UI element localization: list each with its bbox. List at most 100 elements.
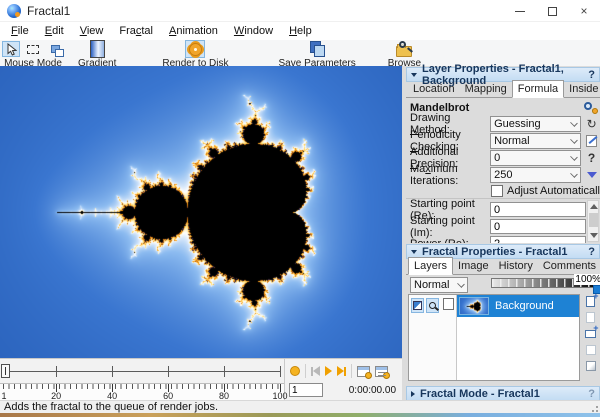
select-mode-button[interactable] bbox=[24, 41, 42, 57]
flatten-button[interactable] bbox=[585, 359, 598, 372]
layer-checkbox[interactable] bbox=[443, 298, 454, 310]
mouse-mode-group: Mouse Mode bbox=[2, 41, 64, 69]
desktop-wallpaper-sliver bbox=[0, 413, 600, 417]
tab-comments[interactable]: Comments bbox=[538, 259, 600, 274]
clock-icon bbox=[365, 372, 372, 379]
layer-thumbnail bbox=[459, 297, 489, 315]
animation-settings-button[interactable] bbox=[375, 366, 388, 377]
save-parameters-button[interactable]: Save Parameters bbox=[279, 41, 356, 69]
gradient-icon bbox=[90, 40, 105, 58]
tab-formula[interactable]: Formula bbox=[512, 80, 564, 98]
max-iterations-select[interactable]: 250 bbox=[490, 167, 581, 183]
scroll-down-icon bbox=[590, 233, 598, 238]
timeline: 120406080100 bbox=[0, 359, 285, 401]
expand-icon bbox=[411, 391, 415, 397]
minimize-icon bbox=[515, 11, 525, 12]
tab-history[interactable]: History bbox=[494, 259, 538, 274]
layer-buttons: + + bbox=[582, 295, 600, 372]
help-icon[interactable]: ? bbox=[588, 246, 595, 258]
select-mode-icon bbox=[27, 45, 39, 54]
timeline-ruler: 120406080100 bbox=[0, 383, 284, 401]
menu-view[interactable]: View bbox=[72, 23, 112, 39]
layer-visible-toggle[interactable] bbox=[411, 298, 424, 313]
new-group-button[interactable]: + bbox=[585, 327, 598, 340]
adjust-automatically-checkbox[interactable] bbox=[491, 185, 503, 197]
tab-image[interactable]: Image bbox=[453, 259, 494, 274]
menu-help[interactable]: Help bbox=[281, 23, 320, 39]
switch-mode-icon bbox=[51, 45, 60, 53]
browse-button[interactable]: Browse bbox=[388, 41, 421, 69]
tab-mapping[interactable]: Mapping bbox=[460, 82, 512, 97]
timeline-major-tick bbox=[224, 366, 225, 377]
chevron-down-icon bbox=[570, 170, 578, 178]
periodicity-select[interactable]: Normal bbox=[490, 133, 581, 149]
reload-formula-button[interactable]: ↻ bbox=[583, 117, 600, 131]
frame-number-input[interactable] bbox=[289, 383, 323, 397]
timeline-thumb[interactable] bbox=[1, 364, 10, 378]
fractal-properties-title: Fractal Properties - Fractal1 bbox=[422, 246, 568, 258]
tab-location[interactable]: Location bbox=[408, 82, 460, 97]
status-text: Adds the fractal to the queue of render … bbox=[4, 401, 218, 413]
layer-properties-header[interactable]: Layer Properties - Fractal1, Background … bbox=[406, 67, 600, 82]
merge-layer-button[interactable] bbox=[585, 343, 598, 356]
timeline-slider[interactable] bbox=[0, 359, 284, 383]
layer-properties-tabs: Location Mapping Formula Inside Outside bbox=[406, 82, 600, 98]
layer-editable-toggle[interactable] bbox=[426, 298, 439, 313]
record-button[interactable] bbox=[290, 366, 300, 376]
menu-edit[interactable]: Edit bbox=[37, 23, 72, 39]
close-button[interactable]: × bbox=[568, 0, 600, 22]
scrollbar-thumb[interactable] bbox=[589, 213, 598, 227]
menu-window[interactable]: Window bbox=[226, 23, 281, 39]
gradient-button[interactable]: Gradient bbox=[78, 41, 116, 69]
power-re-input[interactable] bbox=[490, 236, 586, 243]
play-button[interactable] bbox=[325, 366, 332, 376]
parameters-scrollbar[interactable] bbox=[587, 200, 599, 242]
animation-frame-button[interactable] bbox=[357, 366, 370, 377]
ultra-fractal-window: Fractal1 × File Edit View Fractal Animat… bbox=[0, 0, 600, 417]
browse-formula-button[interactable] bbox=[584, 102, 598, 114]
scroll-up-icon bbox=[590, 204, 598, 209]
save-parameters-icon bbox=[309, 41, 325, 57]
blend-mode-select[interactable]: Normal bbox=[410, 277, 468, 293]
drawing-method-select[interactable]: Guessing bbox=[490, 116, 581, 132]
menu-fractal[interactable]: Fractal bbox=[111, 23, 161, 39]
edit-formula-button[interactable] bbox=[583, 135, 600, 147]
chevron-down-icon bbox=[570, 153, 578, 161]
opacity-value: 100% bbox=[574, 274, 600, 285]
clock-icon bbox=[383, 372, 390, 379]
starting-point-im-input[interactable] bbox=[490, 219, 586, 234]
help-icon[interactable]: ? bbox=[588, 388, 595, 400]
timeline-major-tick bbox=[168, 366, 169, 377]
tab-inside[interactable]: Inside bbox=[564, 82, 600, 97]
last-frame-button[interactable] bbox=[337, 366, 346, 376]
menu-animation[interactable]: Animation bbox=[161, 23, 226, 39]
render-to-disk-button[interactable]: Render to Disk bbox=[162, 41, 228, 69]
maximize-button[interactable] bbox=[536, 0, 568, 22]
normal-mode-button[interactable] bbox=[2, 41, 20, 57]
help-icon[interactable]: ? bbox=[588, 69, 595, 81]
timeline-track bbox=[3, 371, 280, 372]
browse-icon bbox=[396, 46, 412, 57]
fractal-mode-title: Fractal Mode - Fractal1 bbox=[420, 388, 540, 400]
more-options-button[interactable] bbox=[583, 172, 600, 178]
fractal-view[interactable] bbox=[0, 66, 402, 358]
tool-panels: Layer Properties - Fractal1, Background … bbox=[406, 67, 600, 400]
starting-point-re-input[interactable] bbox=[490, 202, 586, 217]
precision-select[interactable]: 0 bbox=[490, 150, 581, 166]
menu-file[interactable]: File bbox=[3, 23, 37, 39]
switch-mode-button[interactable] bbox=[46, 41, 64, 57]
cursor-icon bbox=[6, 43, 17, 56]
last-frame-icon bbox=[337, 366, 344, 376]
formula-help-button[interactable]: ? bbox=[583, 151, 600, 165]
visibility-icon bbox=[413, 301, 422, 310]
first-frame-button[interactable] bbox=[311, 366, 320, 376]
new-layer-button[interactable]: + bbox=[585, 295, 598, 308]
minimize-button[interactable] bbox=[504, 0, 536, 22]
tab-layers[interactable]: Layers bbox=[408, 257, 453, 275]
layer-row-background[interactable]: Background bbox=[457, 295, 579, 317]
fractal-mode-header[interactable]: Fractal Mode - Fractal1 ? bbox=[406, 386, 600, 401]
edit-icon bbox=[586, 135, 597, 147]
opacity-slider[interactable]: 100% bbox=[491, 276, 600, 294]
power-re-label: Power (Re): bbox=[410, 238, 490, 244]
magnifier-icon bbox=[429, 302, 436, 309]
